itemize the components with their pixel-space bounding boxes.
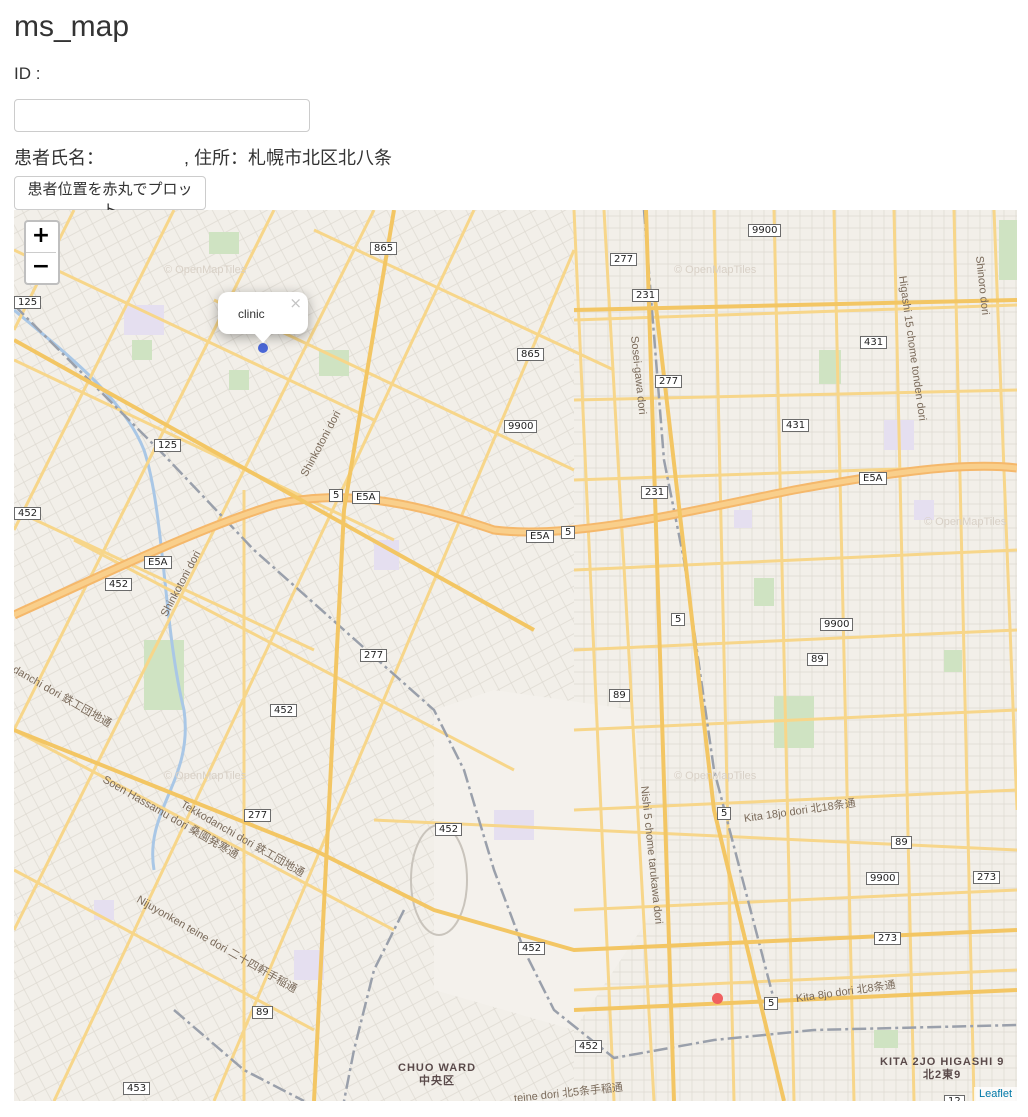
road-shield: 231 [641, 486, 669, 499]
road-shield: 865 [517, 348, 545, 361]
road-shield: 89 [609, 689, 630, 702]
patient-name-label: 患者氏名： [14, 148, 104, 168]
road-shield: 452 [105, 578, 133, 591]
road-shield: 277 [610, 253, 638, 266]
road-shield: E5A [144, 556, 172, 569]
road-shield: 5 [671, 613, 686, 626]
road-shield: 452 [518, 942, 546, 955]
road-shield: 12 [944, 1095, 965, 1101]
zoom-in-button[interactable]: + [26, 222, 56, 253]
map[interactable]: © OpenMapTiles © OpenMapTiles © OpenMapT… [14, 210, 1017, 1101]
plot-patient-button[interactable]: 患者位置を赤丸でプロット [14, 176, 206, 219]
road-shield: 452 [435, 823, 463, 836]
road-shield: E5A [352, 491, 380, 504]
ward-label-chuo: CHUO WARD 中央区 [398, 1062, 477, 1087]
road-shield: 89 [891, 836, 912, 849]
clinic-marker[interactable] [258, 343, 268, 353]
road-shield: 5 [717, 807, 732, 820]
popup-tip [254, 333, 272, 343]
road-shield: 5 [329, 489, 344, 502]
watermark: © OpenMapTiles [164, 264, 247, 276]
road-shield: 452 [14, 507, 42, 520]
id-input[interactable] [14, 99, 310, 132]
road-shield: 453 [123, 1082, 151, 1095]
road-shield: 9900 [504, 420, 538, 433]
road-shield: 277 [244, 809, 272, 822]
road-shield: E5A [526, 530, 554, 543]
popup-close-button[interactable]: × [289, 294, 302, 312]
road-shield: 452 [575, 1040, 603, 1053]
watermark: © OpenMapTiles [924, 516, 1007, 528]
road-shield: 452 [270, 704, 298, 717]
page-title: ms_map [14, 10, 130, 43]
road-shield: 277 [360, 649, 388, 662]
road-shield: 9900 [820, 618, 854, 631]
road-shield: 865 [370, 242, 398, 255]
clinic-popup: clinic × [218, 292, 308, 343]
zoom-control: + − [24, 220, 60, 285]
road-shield: 89 [252, 1006, 273, 1019]
address-label: , 住所：札幌市北区北八条 [184, 148, 393, 168]
road-shield: 277 [655, 375, 683, 388]
road-shield: 89 [807, 653, 828, 666]
popup-text: clinic [238, 307, 265, 321]
road-shield: E5A [859, 472, 887, 485]
road-shield: 273 [973, 871, 1001, 884]
road-shield: 125 [14, 296, 42, 309]
watermark: © OpenMapTiles [674, 770, 757, 782]
road-shield: 125 [154, 439, 182, 452]
patient-marker[interactable] [712, 993, 723, 1004]
watermark: © OpenMapTiles [164, 770, 247, 782]
road-shield: 231 [632, 289, 660, 302]
road-shield: 5 [764, 997, 779, 1010]
attribution-link[interactable]: Leaflet [973, 1087, 1017, 1101]
id-label: ID : [14, 64, 41, 83]
zoom-out-button[interactable]: − [26, 253, 56, 283]
patient-info: 患者氏名： , 住所：札幌市北区北八条 [14, 144, 392, 170]
road-shield: 5 [561, 526, 576, 539]
road-shield: 9900 [748, 224, 782, 237]
watermark: © OpenMapTiles [674, 264, 757, 276]
road-shield: 431 [782, 419, 810, 432]
road-shield: 9900 [866, 872, 900, 885]
ward-label-kita: KITA 2JO HIGASHI 9 北2東9 [880, 1056, 1005, 1081]
page: ms_map ID : 患者氏名： , 住所：札幌市北区北八条 患者位置を赤丸でプ… [0, 0, 1028, 1117]
road-shield: 431 [860, 336, 888, 349]
road-shield: 273 [874, 932, 902, 945]
